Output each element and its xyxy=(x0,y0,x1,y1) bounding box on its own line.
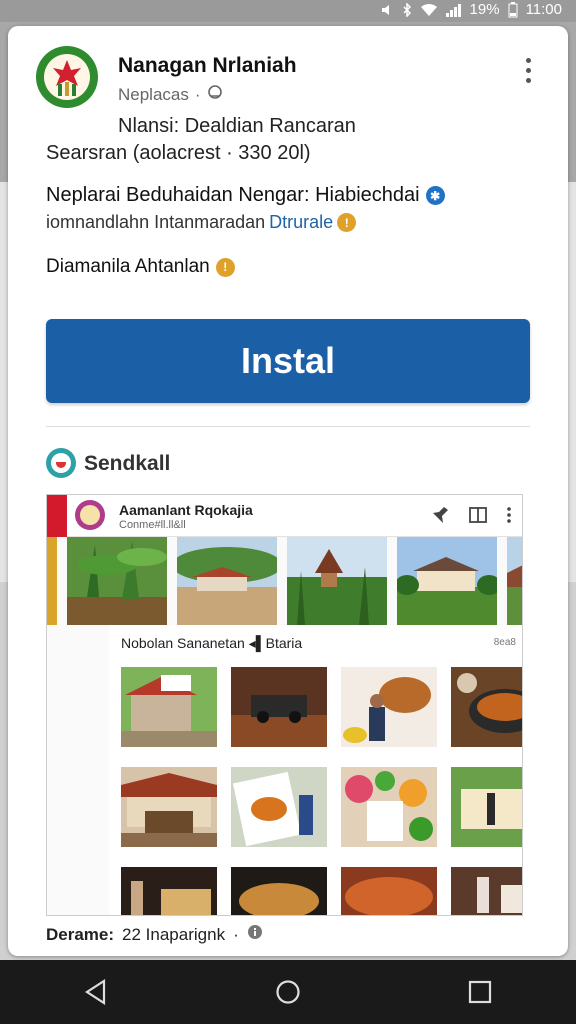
footer-label: Derame: xyxy=(46,924,115,944)
gallery-thumbnail[interactable] xyxy=(231,767,327,847)
hero-image xyxy=(67,537,167,625)
app-logo xyxy=(36,46,98,108)
back-icon[interactable] xyxy=(66,967,126,1017)
app-description-line-1: Neplarai Beduhaidan Nengar: Hiabiechdai … xyxy=(46,184,445,207)
gallery-count: 8ea8 xyxy=(493,637,516,648)
preview-logo xyxy=(75,500,105,530)
app-title: Nanagan Nrlaniah xyxy=(118,54,297,77)
preview-header: Aamanlant Rqokajia Conme#ll.ll&ll xyxy=(47,495,522,537)
description-text-3: Diamanila Ahtanlan xyxy=(46,256,210,277)
emoji-icon: ! xyxy=(215,257,235,277)
app-detail-line-1: Nlansi: Dealdian Rancaran xyxy=(118,115,356,137)
recents-icon[interactable] xyxy=(450,967,510,1017)
gallery-thumbnail[interactable] xyxy=(231,667,327,747)
app-subtitle: Neplacas · xyxy=(118,84,223,105)
hero-image xyxy=(507,537,522,625)
preview-kebab-icon[interactable] xyxy=(506,506,512,529)
hero-image xyxy=(47,537,57,625)
app-install-card: Nanagan Nrlaniah Neplacas · Nlansi: Deal… xyxy=(8,26,568,956)
hero-image xyxy=(177,537,277,625)
hero-image xyxy=(397,537,497,625)
battery-level: 19% xyxy=(469,1,500,18)
separator-dot: · xyxy=(194,84,201,104)
battery-icon xyxy=(508,1,518,18)
install-button[interactable]: Instal xyxy=(46,319,530,403)
mute-icon xyxy=(380,3,394,17)
app-description-line-3: Diamanila Ahtanlan ! xyxy=(46,256,235,278)
kebab-menu-icon[interactable] xyxy=(518,58,538,88)
gallery-thumbnail[interactable] xyxy=(451,667,522,747)
section-logo-icon xyxy=(46,448,76,478)
status-icons: 19% 11:00 xyxy=(380,1,562,18)
gallery-thumbnail[interactable] xyxy=(121,667,217,747)
gallery-thumbnail[interactable] xyxy=(121,767,217,847)
gallery-thumbnail[interactable] xyxy=(341,767,437,847)
hero-image xyxy=(287,537,387,625)
gallery-thumbnail[interactable] xyxy=(341,667,437,747)
globe-icon xyxy=(207,84,223,105)
preview-gallery: Nobolan Sananetan ◂▌Btaria 8ea8 xyxy=(109,625,522,915)
gallery-thumbnail[interactable] xyxy=(451,867,522,915)
signal-icon xyxy=(445,3,462,17)
book-icon[interactable] xyxy=(468,506,488,529)
clock: 11:00 xyxy=(525,1,562,18)
app-subtitle-text: Neplacas xyxy=(118,84,189,104)
bluetooth-icon xyxy=(402,2,412,17)
footer-info: Derame: 22 Inaparignk · xyxy=(46,924,263,945)
emoji-icon: ! xyxy=(337,213,357,232)
gallery-thumbnail[interactable] xyxy=(451,767,522,847)
preview-title: Aamanlant Rqokajia xyxy=(119,502,253,518)
preview-accent-bar xyxy=(47,495,67,537)
gallery-thumbnail[interactable] xyxy=(341,867,437,915)
app-description-line-2: iomnandlahn Intanmaradan Dtrurale ! xyxy=(46,212,357,233)
description-text-2: iomnandlahn Intanmaradan xyxy=(46,212,266,232)
pin-icon[interactable] xyxy=(430,506,450,529)
app-detail-line-2: Searsran (aolacrest · 330 20l) xyxy=(46,142,311,164)
preview-subtitle: Conme#ll.ll&ll xyxy=(119,519,186,531)
description-link[interactable]: Dtrurale xyxy=(269,212,333,233)
home-icon[interactable] xyxy=(258,967,318,1017)
status-bar: 19% 11:00 xyxy=(0,0,576,22)
section-title: Sendkall xyxy=(84,452,171,475)
separator-dot: · xyxy=(233,924,239,944)
verified-gear-icon: ✱ xyxy=(425,186,445,205)
system-nav-bar xyxy=(0,960,576,1024)
gallery-thumbnail[interactable] xyxy=(231,867,327,915)
description-text-1: Neplarai Beduhaidan Nengar: Hiabiechdai xyxy=(46,184,420,206)
gallery-thumbnail[interactable] xyxy=(121,867,217,915)
info-icon xyxy=(247,924,263,945)
preview-hero-row xyxy=(47,537,522,625)
screenshot-preview[interactable]: Aamanlant Rqokajia Conme#ll.ll&ll Nobola… xyxy=(46,494,523,916)
preview-actions xyxy=(430,506,512,529)
divider xyxy=(46,426,530,427)
footer-value: 22 Inaparignk xyxy=(122,924,226,944)
gallery-title: Nobolan Sananetan ◂▌Btaria xyxy=(121,635,303,651)
wifi-icon xyxy=(420,3,438,17)
